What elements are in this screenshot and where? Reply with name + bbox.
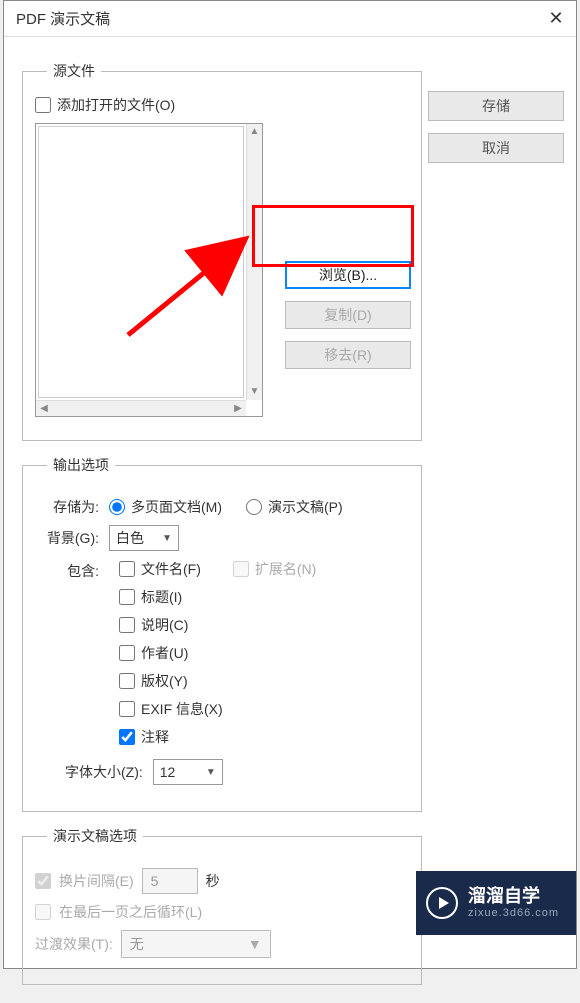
scroll-down-icon[interactable]: ▼ xyxy=(247,384,262,400)
scroll-left-icon[interactable]: ◀ xyxy=(36,401,52,416)
content: 存储 取消 源文件 添加打开的文件(O) ▲ ▼ ◀ ▶ xyxy=(4,37,576,1003)
source-files-group: 源文件 添加打开的文件(O) ▲ ▼ ◀ ▶ 浏览(B)... 复制(D) 移 xyxy=(22,61,422,441)
chevron-down-icon: ▼ xyxy=(162,533,172,544)
browse-button[interactable]: 浏览(B)... xyxy=(285,261,411,289)
background-select[interactable]: 白色 ▼ xyxy=(109,525,179,551)
chevron-down-icon: ▼ xyxy=(248,936,262,952)
add-open-files-label: 添加打开的文件(O) xyxy=(57,95,175,115)
background-label: 背景(G): xyxy=(35,528,99,548)
watermark-sub: zixue.3d66.com xyxy=(468,907,559,920)
scroll-right-icon[interactable]: ▶ xyxy=(230,401,246,416)
vertical-scrollbar[interactable]: ▲ ▼ xyxy=(246,124,262,400)
exif-checkbox[interactable] xyxy=(119,701,135,717)
multi-page-label: 多页面文档(M) xyxy=(131,497,222,517)
close-icon[interactable]: ✕ xyxy=(546,8,566,29)
dialog: PDF 演示文稿 ✕ 存储 取消 源文件 添加打开的文件(O) ▲ ▼ ◀ xyxy=(3,0,577,969)
source-buttons-column: 浏览(B)... 复制(D) 移去(R) xyxy=(285,261,411,369)
include-label: 包含: xyxy=(35,561,99,581)
copyright-label: 版权(Y) xyxy=(141,671,188,691)
output-options-legend: 输出选项 xyxy=(47,455,115,475)
watermark-logo: 溜溜自学 zixue.3d66.com xyxy=(416,871,576,935)
transition-value: 无 xyxy=(130,934,144,954)
filename-label: 文件名(F) xyxy=(141,559,201,579)
presentation-label: 演示文稿(P) xyxy=(268,497,343,517)
scroll-up-icon[interactable]: ▲ xyxy=(247,124,262,140)
extension-label: 扩展名(N) xyxy=(255,559,316,579)
save-button[interactable]: 存储 xyxy=(428,91,564,121)
multi-page-radio[interactable] xyxy=(109,499,125,515)
title-label: 标题(I) xyxy=(141,587,182,607)
presentation-options-group: 演示文稿选项 换片间隔(E) 5 秒 在最后一页之后循环(L) 过渡效果(T):… xyxy=(22,826,422,985)
save-as-label: 存储为: xyxy=(35,497,99,517)
presentation-radio[interactable] xyxy=(246,499,262,515)
transition-label: 过渡效果(T): xyxy=(35,934,113,954)
notes-checkbox[interactable] xyxy=(119,729,135,745)
interval-label: 换片间隔(E) xyxy=(59,871,134,891)
author-label: 作者(U) xyxy=(141,643,188,663)
notes-label: 注释 xyxy=(141,727,169,747)
extension-checkbox xyxy=(233,561,249,577)
font-size-label: 字体大小(Z): xyxy=(65,762,143,782)
filename-checkbox[interactable] xyxy=(119,561,135,577)
author-checkbox[interactable] xyxy=(119,645,135,661)
presentation-options-legend: 演示文稿选项 xyxy=(47,826,143,846)
loop-label: 在最后一页之后循环(L) xyxy=(59,902,202,922)
file-listbox[interactable]: ▲ ▼ ◀ ▶ xyxy=(35,123,263,417)
file-listbox-inner xyxy=(38,126,244,398)
remove-button[interactable]: 移去(R) xyxy=(285,341,411,369)
interval-checkbox xyxy=(35,873,51,889)
exif-label: EXIF 信息(X) xyxy=(141,699,223,719)
description-label: 说明(C) xyxy=(141,615,188,635)
dialog-title: PDF 演示文稿 xyxy=(16,8,110,29)
watermark-name: 溜溜自学 xyxy=(468,886,559,908)
output-options-group: 输出选项 存储为: 多页面文档(M) 演示文稿(P) 背景(G): 白色 ▼ xyxy=(22,455,422,812)
copyright-checkbox[interactable] xyxy=(119,673,135,689)
titlebar: PDF 演示文稿 ✕ xyxy=(4,1,576,37)
transition-select: 无 ▼ xyxy=(121,930,271,958)
background-value: 白色 xyxy=(116,528,144,548)
font-size-value: 12 xyxy=(160,764,176,780)
source-files-legend: 源文件 xyxy=(47,61,101,81)
horizontal-scrollbar[interactable]: ◀ ▶ xyxy=(36,400,246,416)
play-icon xyxy=(426,887,458,919)
chevron-down-icon: ▼ xyxy=(206,767,216,778)
seconds-label: 秒 xyxy=(206,871,220,891)
duplicate-button[interactable]: 复制(D) xyxy=(285,301,411,329)
font-size-select[interactable]: 12 ▼ xyxy=(153,759,223,785)
include-column: 文件名(F) 扩展名(N) 标题(I) 说明(C) xyxy=(119,559,316,747)
interval-input: 5 xyxy=(142,868,198,894)
add-open-files-checkbox[interactable] xyxy=(35,97,51,113)
interval-value: 5 xyxy=(151,873,159,889)
cancel-button[interactable]: 取消 xyxy=(428,133,564,163)
side-buttons: 存储 取消 xyxy=(428,91,564,163)
loop-checkbox xyxy=(35,904,51,920)
title-checkbox[interactable] xyxy=(119,589,135,605)
description-checkbox[interactable] xyxy=(119,617,135,633)
